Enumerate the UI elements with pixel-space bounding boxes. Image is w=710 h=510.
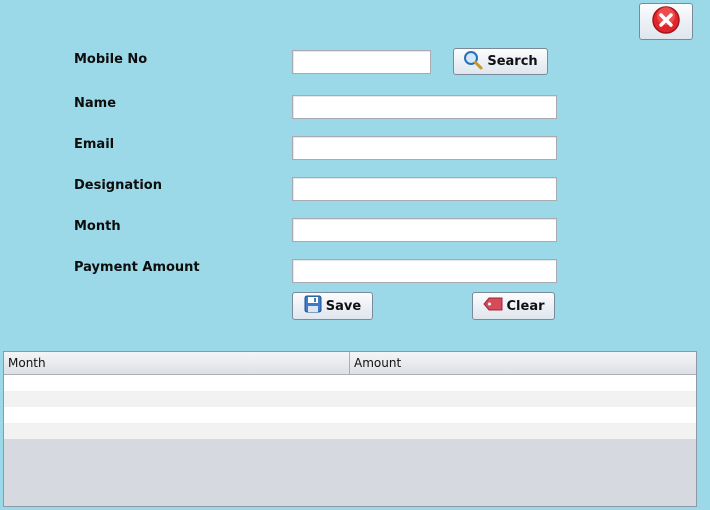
- designation-input[interactable]: [292, 177, 557, 201]
- table-row[interactable]: [4, 407, 696, 423]
- table-header: Month Amount: [4, 352, 696, 375]
- name-input[interactable]: [292, 95, 557, 119]
- mobile-label: Mobile No: [74, 52, 148, 67]
- email-input[interactable]: [292, 136, 557, 160]
- save-button-label: Save: [325, 298, 362, 314]
- column-header-month[interactable]: Month: [4, 352, 350, 374]
- magnifier-icon: [463, 50, 483, 74]
- clear-button[interactable]: Clear: [472, 292, 555, 320]
- floppy-icon: [304, 295, 322, 317]
- table-row[interactable]: [4, 375, 696, 391]
- month-input[interactable]: [292, 218, 557, 242]
- designation-label: Designation: [74, 178, 162, 193]
- name-label: Name: [74, 96, 117, 111]
- email-label: Email: [74, 137, 115, 152]
- table-row[interactable]: [4, 423, 696, 439]
- mobile-input[interactable]: [292, 50, 431, 74]
- table-row[interactable]: [4, 391, 696, 407]
- close-button[interactable]: [639, 3, 693, 40]
- payment-amount-input[interactable]: [292, 259, 557, 283]
- search-button-label: Search: [487, 54, 538, 69]
- payment-amount-label: Payment Amount: [74, 260, 200, 275]
- clear-button-label: Clear: [506, 298, 545, 314]
- month-label: Month: [74, 219, 121, 234]
- save-button[interactable]: Save: [292, 292, 373, 320]
- close-icon: [651, 5, 681, 39]
- column-header-amount[interactable]: Amount: [350, 352, 696, 374]
- payments-table[interactable]: Month Amount: [3, 351, 697, 507]
- eraser-icon: [482, 297, 503, 315]
- search-button[interactable]: Search: [453, 48, 548, 75]
